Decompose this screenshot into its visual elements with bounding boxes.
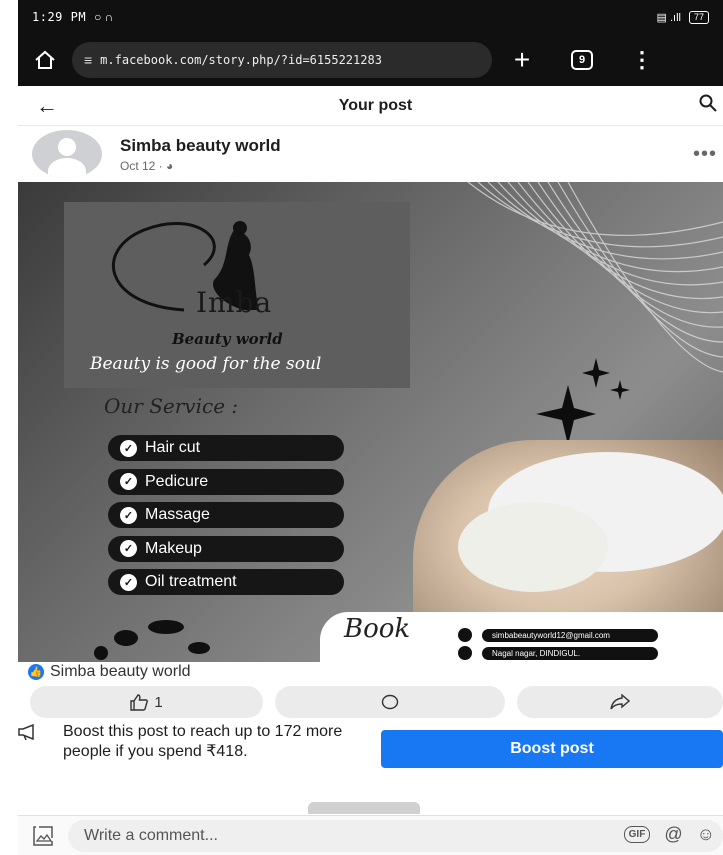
service-item: ✓ Oil treatment [108,569,344,595]
post-author-block: Simba beauty world Oct 12 · ◕ [120,136,281,173]
address-bar[interactable]: ≡ m.facebook.com/story.php/?id=615522128… [72,42,492,78]
decorative-blob [188,642,210,654]
face-mask-shape [458,502,608,592]
comment-composer: Write a comment... GIF @ ☺ [18,815,723,855]
status-bar: 1:29 PM ○ ∩ ▤ .ıll 77 [18,0,723,34]
check-icon: ✓ [120,506,137,524]
like-reaction-icon: 👍 [28,664,44,680]
battery-icon: 77 [688,10,709,24]
tab-switcher-button[interactable]: 9 [552,50,612,70]
post-date[interactable]: Oct 12 · [120,159,163,173]
decorative-blob [148,620,184,634]
service-item: ✓ Hair cut [108,435,344,461]
boost-description: Boost this post to reach up to 172 more … [63,723,343,760]
comment-button[interactable] [275,686,505,718]
thumbs-up-icon [130,693,149,711]
address-text: Nagal nagar, DINDIGUL. [482,646,658,660]
check-icon: ✓ [120,573,137,591]
service-item: ✓ Makeup [108,535,344,562]
post-header: Simba beauty world Oct 12 · ◕ ••• [18,126,723,182]
status-time: 1:29 PM [32,10,87,24]
service-item: ✓ Massage [108,502,344,528]
page-title: Your post [338,96,413,114]
email-row: simbabeautyworld12@gmail.com [458,628,658,642]
share-button[interactable] [517,686,723,718]
home-icon [35,50,55,69]
location-pin-icon [458,646,472,660]
more-options-icon[interactable]: ••• [693,143,717,166]
status-left-icons: ○ ∩ [94,10,114,24]
back-arrow-icon[interactable]: ← [18,93,68,119]
home-button[interactable] [18,50,72,70]
services-heading: Our Service : [104,394,239,418]
photo-icon[interactable] [18,825,68,846]
address-row: Nagal nagar, DINDIGUL. [458,646,658,660]
post-image[interactable]: Imba Beauty world Beauty is good for the… [18,182,723,662]
booking-panel: Book simbabeautyworld12@gmail.com Nagal … [320,612,723,662]
megaphone-icon [18,723,40,745]
avatar[interactable] [32,130,102,178]
check-icon: ✓ [120,439,137,457]
brand-name: Imba [196,286,273,319]
email-icon [458,628,472,642]
mention-button[interactable]: @ [664,824,682,845]
boost-section: Boost this post to reach up to 172 more … [18,722,723,782]
reaction-liker: Simba beauty world [50,663,191,680]
like-count: 1 [154,693,163,711]
check-icon: ✓ [120,540,137,557]
post-meta: Oct 12 · ◕ [120,159,281,173]
signal-icon: ▤ .ıll [656,11,681,24]
search-icon[interactable] [683,94,723,118]
audience-globe-icon: ◕ [166,158,174,173]
book-heading: Book [344,614,411,644]
browser-toolbar: ≡ m.facebook.com/story.php/?id=615522128… [18,34,723,86]
like-button[interactable]: 1 [30,686,263,718]
gif-button[interactable]: GIF [623,826,651,843]
scroll-handle[interactable] [308,802,420,814]
new-tab-button[interactable]: + [492,44,552,76]
status-right-icons: ▤ .ıll 77 [656,10,709,24]
service-item: ✓ Pedicure [108,468,344,495]
url-text: m.facebook.com/story.php/?id=6155221283 [100,53,382,67]
brand-tagline: Beauty is good for the soul [90,354,322,374]
page-header: ← Your post [18,86,723,126]
post-author-name[interactable]: Simba beauty world [120,136,281,156]
check-icon: ✓ [120,473,137,490]
decorative-blob [94,646,108,660]
brand-subtitle: Beauty world [172,330,283,348]
services-list: ✓ Hair cut ✓ Pedicure ✓ Massage ✓ Makeup ✓ Oi… [108,435,344,603]
brand-logo-card: Imba Beauty world Beauty is good for the… [64,202,410,388]
comment-tools: GIF @ ☺ [623,824,715,845]
tab-count: 9 [571,50,593,70]
decorative-blob [114,630,138,646]
reaction-summary[interactable]: 👍 Simba beauty world [28,663,191,681]
share-arrow-icon [610,694,630,710]
comment-bubble-icon [381,694,399,709]
sparkle-icon [536,358,630,445]
email-text: simbabeautyworld12@gmail.com [482,628,658,642]
emoji-icon[interactable]: ☺ [697,824,715,845]
browser-menu-button[interactable]: ⋮ [612,47,672,73]
site-settings-icon[interactable]: ≡ [84,52,92,68]
post-actions: 1 [30,686,723,718]
boost-post-button[interactable]: Boost post [381,730,723,768]
